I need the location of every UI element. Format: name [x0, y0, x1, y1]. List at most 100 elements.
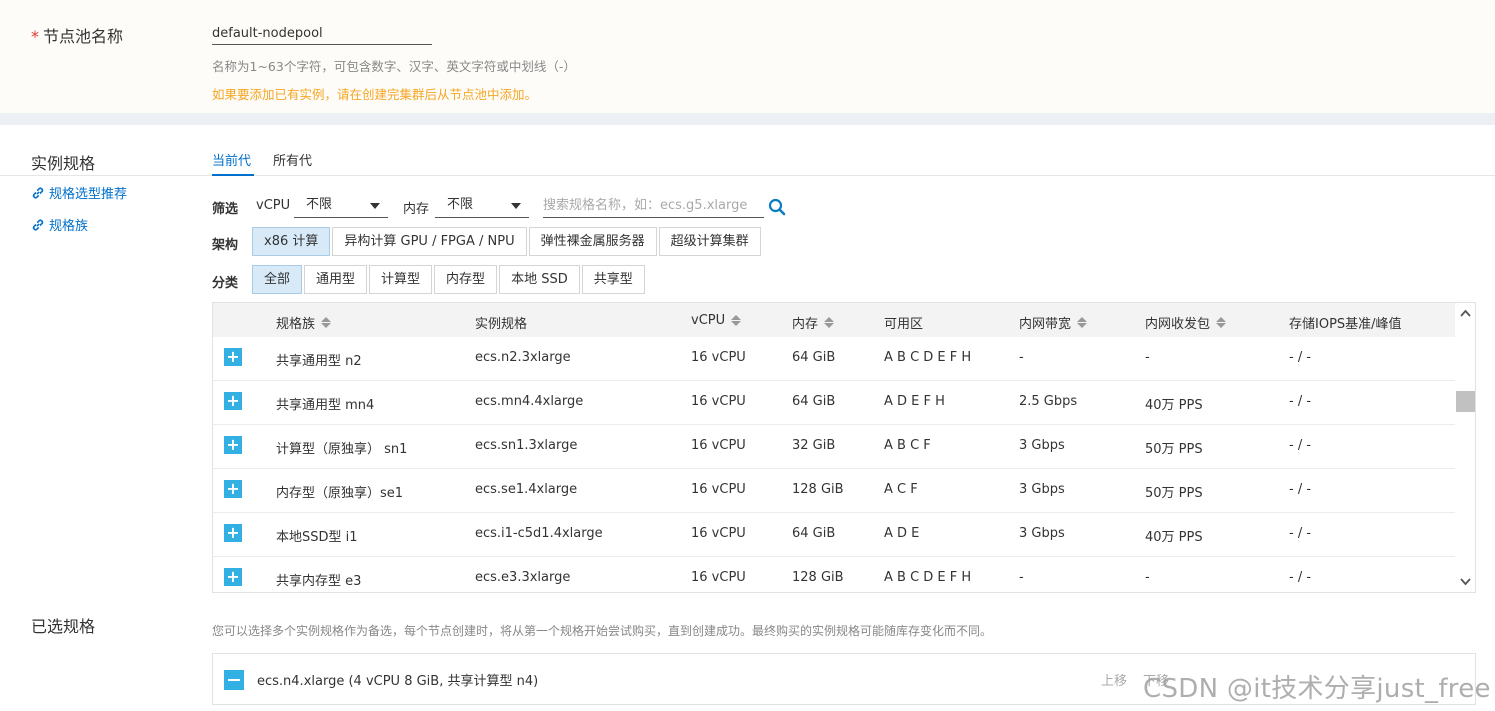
cell-memory: 128 GiB [792, 570, 844, 585]
table-row[interactable]: + 本地SSD型 i1 ecs.i1-c5d1.4xlarge 16 vCPU … [213, 513, 1455, 557]
chevron-down-icon [370, 203, 380, 209]
cell-spec: ecs.se1.4xlarge [475, 482, 578, 497]
nodepool-warning: 如果要添加已有实例，请在创建完集群后从节点池中添加。 [212, 87, 538, 102]
filter-label: 筛选 [212, 202, 239, 217]
cell-iops: - / - [1289, 394, 1312, 409]
table-row[interactable]: + 共享通用型 mn4 ecs.mn4.4xlarge 16 vCPU 64 G… [213, 381, 1455, 425]
cell-vcpu: 16 vCPU [691, 350, 746, 365]
cell-spec: ecs.mn4.4xlarge [475, 394, 584, 409]
spec-recommend-link-label: 规格选型推荐 [49, 187, 128, 202]
sort-icon [321, 317, 332, 328]
vcpu-select-value: 不限 [306, 197, 333, 212]
scrollbar-thumb[interactable] [1456, 391, 1475, 412]
col-header-family[interactable]: 规格族 [276, 313, 332, 332]
add-icon[interactable]: + [224, 348, 242, 366]
instance-spec-label: 实例规格 [31, 154, 96, 173]
col-header-memory[interactable]: 内存 [792, 313, 835, 332]
cell-pps: 40万 PPS [1145, 530, 1203, 545]
category-option-local-ssd[interactable]: 本地 SSD [499, 265, 580, 294]
col-header-pps-label: 内网收发包 [1145, 317, 1211, 332]
cell-memory: 64 GiB [792, 526, 836, 541]
selected-spec-label: 已选规格 [31, 617, 96, 636]
col-header-iops: 存储IOPS基准/峰值 [1289, 313, 1402, 332]
add-icon[interactable]: + [224, 436, 242, 454]
arch-label: 架构 [212, 238, 239, 253]
cell-family: 共享内存型 e3 [276, 574, 362, 589]
category-option-compute[interactable]: 计算型 [369, 265, 433, 294]
cell-family: 共享通用型 n2 [276, 354, 362, 369]
category-option-general[interactable]: 通用型 [304, 265, 368, 294]
sort-icon [824, 317, 835, 328]
link-icon [32, 219, 44, 230]
table-row[interactable]: + 共享通用型 n2 ecs.n2.3xlarge 16 vCPU 64 GiB… [213, 337, 1455, 381]
spec-search-input[interactable] [543, 194, 764, 218]
col-header-zone-label: 可用区 [884, 317, 924, 332]
col-header-vcpu-label: vCPU [691, 313, 726, 328]
selected-spec-item: ecs.n4.xlarge (4 vCPU 8 GiB, 共享计算型 n4) [257, 674, 539, 689]
cell-memory: 128 GiB [792, 482, 844, 497]
memory-select[interactable]: 不限 [435, 194, 529, 218]
tab-current-generation[interactable]: 当前代 [212, 150, 251, 177]
table-row[interactable]: + 内存型（原独享）se1 ecs.se1.4xlarge 16 vCPU 12… [213, 469, 1455, 513]
cell-pps: - [1145, 570, 1150, 585]
active-tab-indicator [212, 174, 254, 176]
sort-icon [1216, 317, 1227, 328]
cell-pps: 50万 PPS [1145, 442, 1203, 457]
spec-family-link[interactable]: 规格族 [31, 215, 88, 234]
nodepool-name-hint: 名称为1~63个字符，可包含数字、汉字、英文字符或中划线（-） [212, 59, 576, 74]
col-header-vcpu[interactable]: vCPU [691, 313, 742, 328]
selected-spec-hint: 您可以选择多个实例规格作为备选，每个节点创建时，将从第一个规格开始尝试购买，直到… [212, 624, 993, 638]
remove-icon[interactable] [224, 670, 244, 690]
cell-vcpu: 16 vCPU [691, 438, 746, 453]
cell-memory: 64 GiB [792, 394, 836, 409]
nodepool-name-text: 节点池名称 [43, 27, 124, 46]
add-icon[interactable]: + [224, 568, 242, 586]
cell-memory: 32 GiB [792, 438, 836, 453]
cell-iops: - / - [1289, 350, 1312, 365]
category-option-shared[interactable]: 共享型 [581, 265, 645, 294]
category-label: 分类 [212, 276, 239, 291]
nodepool-name-label: * 节点池名称 [31, 23, 123, 47]
tab-all-generations[interactable]: 所有代 [273, 150, 312, 177]
arch-option-bare-metal[interactable]: 弹性裸金属服务器 [528, 227, 657, 256]
chevron-down-icon[interactable] [1460, 576, 1471, 587]
cell-family: 内存型（原独享）se1 [276, 486, 404, 501]
cell-vcpu: 16 vCPU [691, 394, 746, 409]
col-header-family-label: 规格族 [276, 317, 316, 332]
chevron-up-icon[interactable] [1460, 308, 1471, 319]
table-row[interactable]: + 计算型（原独享） sn1 ecs.sn1.3xlarge 16 vCPU 3… [213, 425, 1455, 469]
arch-option-x86[interactable]: x86 计算 [252, 227, 331, 256]
cell-zone: A B C D E F H [884, 570, 972, 585]
link-icon [32, 187, 44, 198]
nodepool-name-input[interactable] [212, 22, 432, 45]
generation-tabs: 当前代 所有代 [212, 150, 312, 177]
add-icon[interactable]: + [224, 480, 242, 498]
col-header-pps[interactable]: 内网收发包 [1145, 313, 1227, 332]
table-row[interactable]: + 共享内存型 e3 ecs.e3.3xlarge 16 vCPU 128 Gi… [213, 557, 1455, 592]
col-header-zone: 可用区 [884, 313, 923, 332]
spec-family-link-label: 规格族 [49, 219, 89, 234]
col-header-spec: 实例规格 [475, 313, 527, 332]
cell-bandwidth: 3 Gbps [1019, 482, 1065, 497]
table-scrollbar[interactable] [1455, 303, 1475, 592]
cell-pps: - [1145, 350, 1150, 365]
arch-options: x86 计算 异构计算 GPU / FPGA / NPU 弹性裸金属服务器 超级… [252, 227, 763, 256]
cell-bandwidth: - [1019, 350, 1024, 365]
search-icon[interactable] [768, 198, 786, 216]
arch-option-super-computing[interactable]: 超级计算集群 [658, 227, 761, 256]
add-icon[interactable]: + [224, 392, 242, 410]
category-option-all[interactable]: 全部 [252, 265, 303, 294]
move-up-button[interactable]: 上移 [1101, 670, 1127, 689]
category-option-memory[interactable]: 内存型 [434, 265, 498, 294]
cell-bandwidth: 2.5 Gbps [1019, 394, 1078, 409]
spec-recommend-link[interactable]: 规格选型推荐 [31, 183, 127, 202]
cell-family: 本地SSD型 i1 [276, 530, 358, 545]
vcpu-select[interactable]: 不限 [294, 194, 388, 218]
add-icon[interactable]: + [224, 524, 242, 542]
col-header-bandwidth[interactable]: 内网带宽 [1019, 313, 1088, 332]
section-divider [0, 113, 1495, 125]
arch-option-heterogeneous[interactable]: 异构计算 GPU / FPGA / NPU [332, 227, 527, 256]
vcpu-filter-label: vCPU [256, 198, 291, 213]
cell-bandwidth: 3 Gbps [1019, 438, 1065, 453]
cell-vcpu: 16 vCPU [691, 482, 746, 497]
